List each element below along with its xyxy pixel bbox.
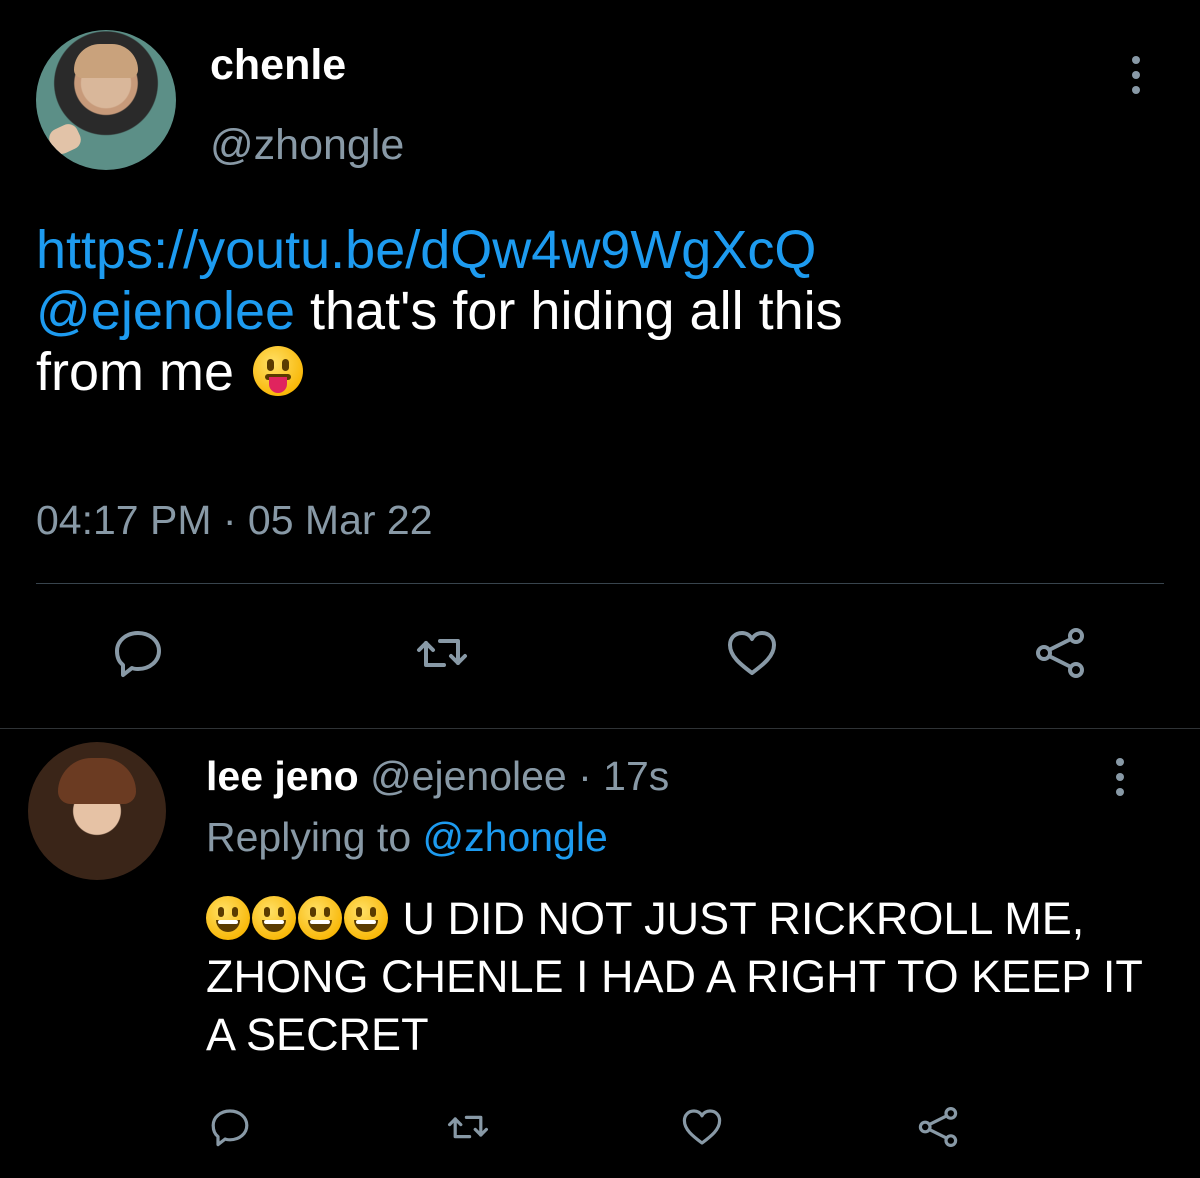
tweet-text-line2: from me xyxy=(36,342,250,402)
replying-to-handle[interactable]: @zhongle xyxy=(423,814,608,860)
share-icon[interactable] xyxy=(1030,623,1090,683)
tweet-mention[interactable]: @ejenolee xyxy=(36,281,295,341)
tweet-text: https://youtu.be/dQw4w9WgXcQ @ejenolee t… xyxy=(36,220,1166,403)
like-icon[interactable] xyxy=(678,1103,726,1151)
replying-to: Replying to @zhongle xyxy=(206,817,608,858)
grinning-face-emoji xyxy=(298,896,342,940)
reply-icon[interactable] xyxy=(206,1103,254,1151)
tweet-separator xyxy=(0,728,1200,729)
divider xyxy=(36,583,1164,584)
reply-author-avatar[interactable] xyxy=(28,742,166,880)
grinning-face-emoji xyxy=(344,896,388,940)
retweet-icon[interactable] xyxy=(412,623,472,683)
like-icon[interactable] xyxy=(722,623,782,683)
reply-author-meta: @ejenolee · 17s xyxy=(358,753,670,799)
reply-text: U DID NOT JUST RICKROLL ME, ZHONG CHENLE… xyxy=(206,890,1146,1064)
tweet-timestamp[interactable]: 04:17 PM · 05 Mar 22 xyxy=(36,500,433,541)
face-with-tongue-emoji xyxy=(253,346,304,396)
replying-to-label: Replying to xyxy=(206,814,423,860)
grinning-face-emoji xyxy=(206,896,250,940)
tweet-link[interactable]: https://youtu.be/dQw4w9WgXcQ xyxy=(36,220,816,280)
share-icon[interactable] xyxy=(914,1103,962,1151)
tweet-author-name[interactable]: chenle xyxy=(210,44,346,87)
tweet-author-avatar[interactable] xyxy=(36,30,176,170)
reply-author-name[interactable]: lee jeno xyxy=(206,753,359,799)
retweet-icon[interactable] xyxy=(444,1103,492,1151)
reply-header: lee jeno @ejenolee · 17s xyxy=(206,756,669,797)
tweet-text-line1: that's for hiding all this xyxy=(295,281,843,341)
more-options-icon[interactable] xyxy=(1126,56,1146,96)
reply-icon[interactable] xyxy=(108,623,168,683)
tweet-author-handle[interactable]: @zhongle xyxy=(210,124,404,167)
more-options-icon[interactable] xyxy=(1110,758,1130,798)
grinning-face-emoji xyxy=(252,896,296,940)
